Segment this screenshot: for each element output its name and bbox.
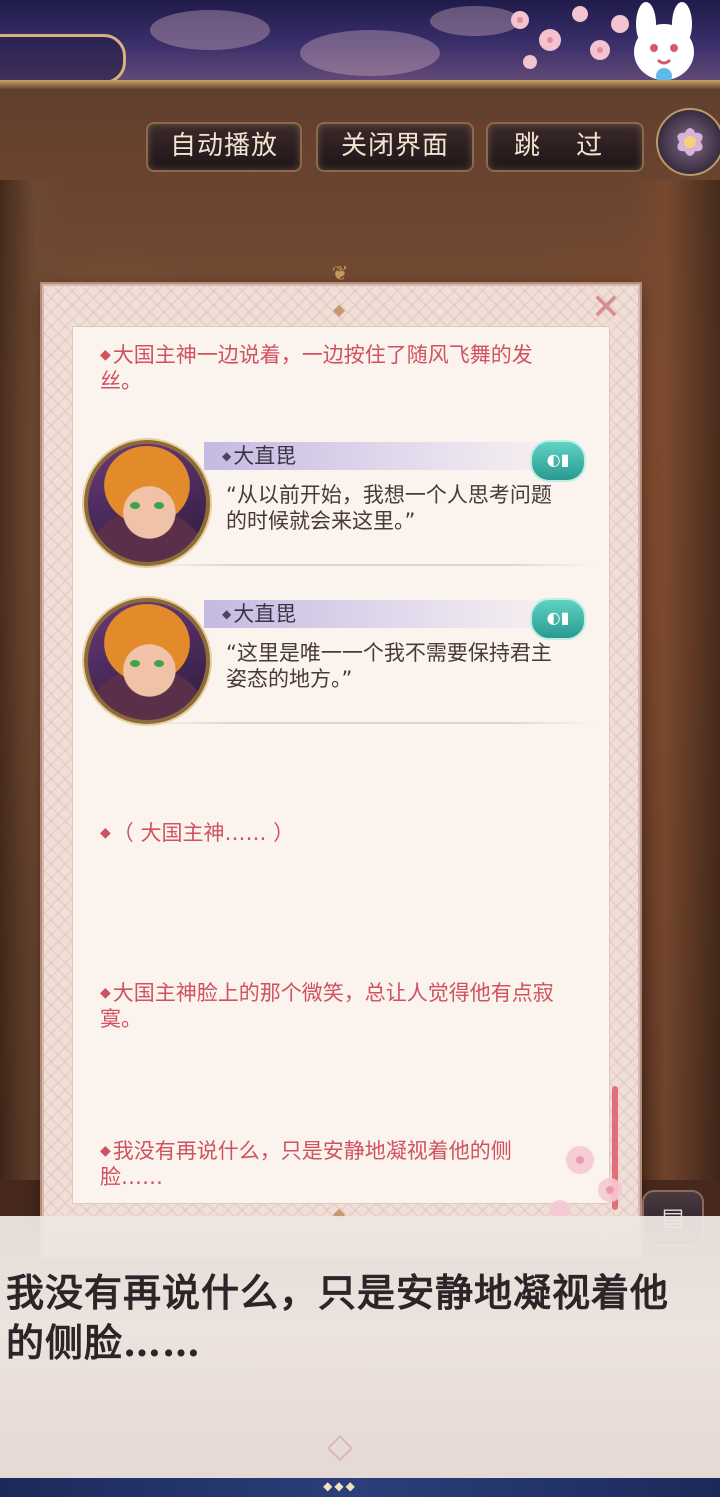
panel-top-ornament: ◆ xyxy=(332,300,346,319)
skip-button[interactable]: 跳 过 xyxy=(486,122,644,172)
avatar-eye xyxy=(130,502,140,509)
narration-text: 我没有再说什么，只是安静地凝视着他的侧脸…… xyxy=(100,1139,512,1189)
close-ui-button[interactable]: 关闭界面 xyxy=(316,122,474,172)
avatar xyxy=(84,598,210,724)
panel-crest-icon: ❦ xyxy=(331,261,349,285)
list-item: ◆大国主神一边说着，一边按住了随风飞舞的发丝。 xyxy=(100,342,570,394)
speaker-icon[interactable]: ◐▮ xyxy=(530,440,586,482)
flower-menu-icon[interactable] xyxy=(656,108,720,176)
bullet-icon: ◆ xyxy=(100,825,111,841)
dialogue-text: “这里是唯一一个我不需要保持君主姿态的地方。” xyxy=(226,641,552,691)
dialogue-box-text: 我没有再说什么，只是安静地凝视着他的侧脸…… xyxy=(6,1270,670,1365)
avatar-eye xyxy=(130,660,140,667)
dialogue-text: “从以前开始，我想一个人思考问题的时候就会来这里。” xyxy=(226,483,552,533)
tree-right xyxy=(630,180,720,1180)
speaker-name-label: 大直毘 xyxy=(233,444,297,468)
cloud xyxy=(300,30,440,76)
list-item: ◆（ 大国主神…… ） xyxy=(100,820,570,846)
speaker-icon[interactable]: ◐▮ xyxy=(530,598,586,640)
dialogue-entry: ◆大直毘 ◐▮ “从以前开始，我想一个人思考问题的时候就会来这里。” xyxy=(84,440,596,570)
bullet-icon: ◆ xyxy=(222,449,232,463)
bullet-icon: ◆ xyxy=(100,985,111,1001)
bullet-icon: ◆ xyxy=(222,607,232,621)
divider xyxy=(144,564,594,566)
auto-play-button[interactable]: 自动播放 xyxy=(146,122,302,172)
narration-text: （ 大国主神…… ） xyxy=(112,821,295,845)
top-left-pill[interactable] xyxy=(0,34,126,84)
banner-border xyxy=(0,80,720,90)
narration-text: 大国主神一边说着，一边按住了随风飞舞的发丝。 xyxy=(100,343,533,393)
speaker-name: ◆大直毘 xyxy=(222,442,296,470)
speaker-name-label: 大直毘 xyxy=(233,602,297,626)
avatar-eye xyxy=(154,502,164,509)
divider xyxy=(144,722,594,724)
bullet-icon: ◆ xyxy=(100,347,111,363)
next-indicator-icon: ◇ xyxy=(326,1426,354,1466)
list-item: ◆大国主神脸上的那个微笑，总让人觉得他有点寂寞。 xyxy=(100,980,570,1032)
close-icon[interactable]: ✕ xyxy=(588,290,624,326)
bottom-ornament: ◆◆◆ xyxy=(323,1479,357,1493)
speaker-name: ◆大直毘 xyxy=(222,600,296,628)
backlog-panel xyxy=(42,284,640,1256)
dialogue-entry: ◆大直毘 ◐▮ “这里是唯一一个我不需要保持君主姿态的地方。” xyxy=(84,598,596,728)
bullet-icon: ◆ xyxy=(100,1143,111,1159)
mascot-rabbit-icon[interactable] xyxy=(616,0,712,86)
list-item: ◆我没有再说什么，只是安静地凝视着他的侧脸…… xyxy=(100,1138,570,1190)
narration-text: 大国主神脸上的那个微笑，总让人觉得他有点寂寞。 xyxy=(100,981,554,1031)
cloud xyxy=(150,10,270,50)
avatar-eye xyxy=(154,660,164,667)
avatar xyxy=(84,440,210,566)
